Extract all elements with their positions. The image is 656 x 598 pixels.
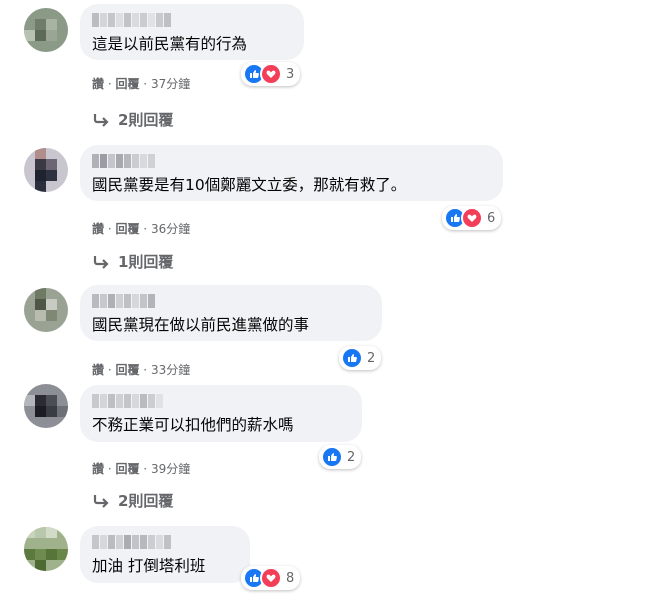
comment-text: 這是以前民黨有的行為 bbox=[92, 35, 248, 53]
comment-text: 加油 打倒塔利班 bbox=[92, 557, 206, 575]
reaction-count: 3 bbox=[286, 66, 295, 82]
reply-arrow-icon bbox=[93, 113, 109, 127]
view-replies-link[interactable]: 2則回覆 bbox=[92, 109, 173, 130]
reaction-count: 8 bbox=[286, 570, 295, 586]
love-icon bbox=[461, 207, 483, 229]
comment-thread: 這是以前民黨有的行為 3 讚 · 回覆 · 37分鐘 2則回覆 國民黨要是有10… bbox=[0, 0, 656, 598]
timestamp[interactable]: 39分鐘 bbox=[151, 462, 190, 476]
reply-link[interactable]: 回覆 bbox=[115, 222, 139, 236]
reaction-summary[interactable]: 3 bbox=[241, 62, 301, 86]
reaction-count: 2 bbox=[347, 449, 356, 465]
like-icon bbox=[341, 347, 363, 369]
reply-link[interactable]: 回覆 bbox=[115, 77, 139, 91]
like-link[interactable]: 讚 bbox=[92, 77, 104, 91]
like-icon bbox=[321, 446, 343, 468]
timestamp[interactable]: 37分鐘 bbox=[151, 77, 190, 91]
reaction-summary[interactable]: 2 bbox=[319, 445, 362, 469]
comment-actions: 讚 · 回覆 · 33分鐘 bbox=[92, 363, 191, 377]
avatar[interactable] bbox=[24, 384, 68, 428]
reply-link[interactable]: 回覆 bbox=[115, 462, 139, 476]
comment-actions: 讚 · 回覆 · 37分鐘 bbox=[92, 77, 191, 91]
comment-text: 國民黨現在做以前民進黨做的事 bbox=[92, 316, 310, 334]
like-link[interactable]: 讚 bbox=[92, 363, 104, 377]
timestamp[interactable]: 36分鐘 bbox=[151, 222, 190, 236]
avatar[interactable] bbox=[24, 148, 68, 192]
comment-bubble: 這是以前民黨有的行為 bbox=[80, 4, 304, 60]
love-icon bbox=[260, 567, 282, 589]
avatar[interactable] bbox=[24, 527, 68, 571]
comment-bubble: 國民黨現在做以前民進黨做的事 bbox=[80, 285, 382, 341]
avatar[interactable] bbox=[24, 8, 68, 52]
reaction-summary[interactable]: 8 bbox=[241, 566, 301, 590]
comment-actions: 讚 · 回覆 · 36分鐘 bbox=[92, 222, 191, 236]
timestamp[interactable]: 33分鐘 bbox=[151, 363, 190, 377]
author-name[interactable] bbox=[92, 294, 155, 308]
love-icon bbox=[260, 63, 282, 85]
comment-text: 不務正業可以扣他們的薪水嗎 bbox=[92, 416, 294, 434]
avatar[interactable] bbox=[24, 288, 68, 332]
like-link[interactable]: 讚 bbox=[92, 462, 104, 476]
reply-arrow-icon bbox=[93, 255, 109, 269]
reaction-summary[interactable]: 6 bbox=[442, 206, 502, 230]
author-name[interactable] bbox=[92, 535, 171, 549]
reply-arrow-icon bbox=[93, 494, 109, 508]
reply-link[interactable]: 回覆 bbox=[115, 363, 139, 377]
author-name[interactable] bbox=[92, 13, 171, 27]
author-name[interactable] bbox=[92, 394, 163, 408]
like-link[interactable]: 讚 bbox=[92, 222, 104, 236]
reaction-count: 6 bbox=[487, 210, 496, 226]
comment-text: 國民黨要是有10個鄭麗文立委，那就有救了。 bbox=[92, 176, 407, 194]
reaction-summary[interactable]: 2 bbox=[339, 346, 382, 370]
reaction-count: 2 bbox=[367, 350, 376, 366]
comment-bubble: 加油 打倒塔利班 bbox=[80, 526, 250, 583]
comment-actions: 讚 · 回覆 · 39分鐘 bbox=[92, 462, 191, 476]
author-name[interactable] bbox=[92, 154, 155, 168]
view-replies-link[interactable]: 2則回覆 bbox=[92, 490, 173, 511]
view-replies-link[interactable]: 1則回覆 bbox=[92, 251, 173, 272]
comment-bubble: 不務正業可以扣他們的薪水嗎 bbox=[80, 385, 362, 442]
comment-bubble: 國民黨要是有10個鄭麗文立委，那就有救了。 bbox=[80, 145, 503, 201]
